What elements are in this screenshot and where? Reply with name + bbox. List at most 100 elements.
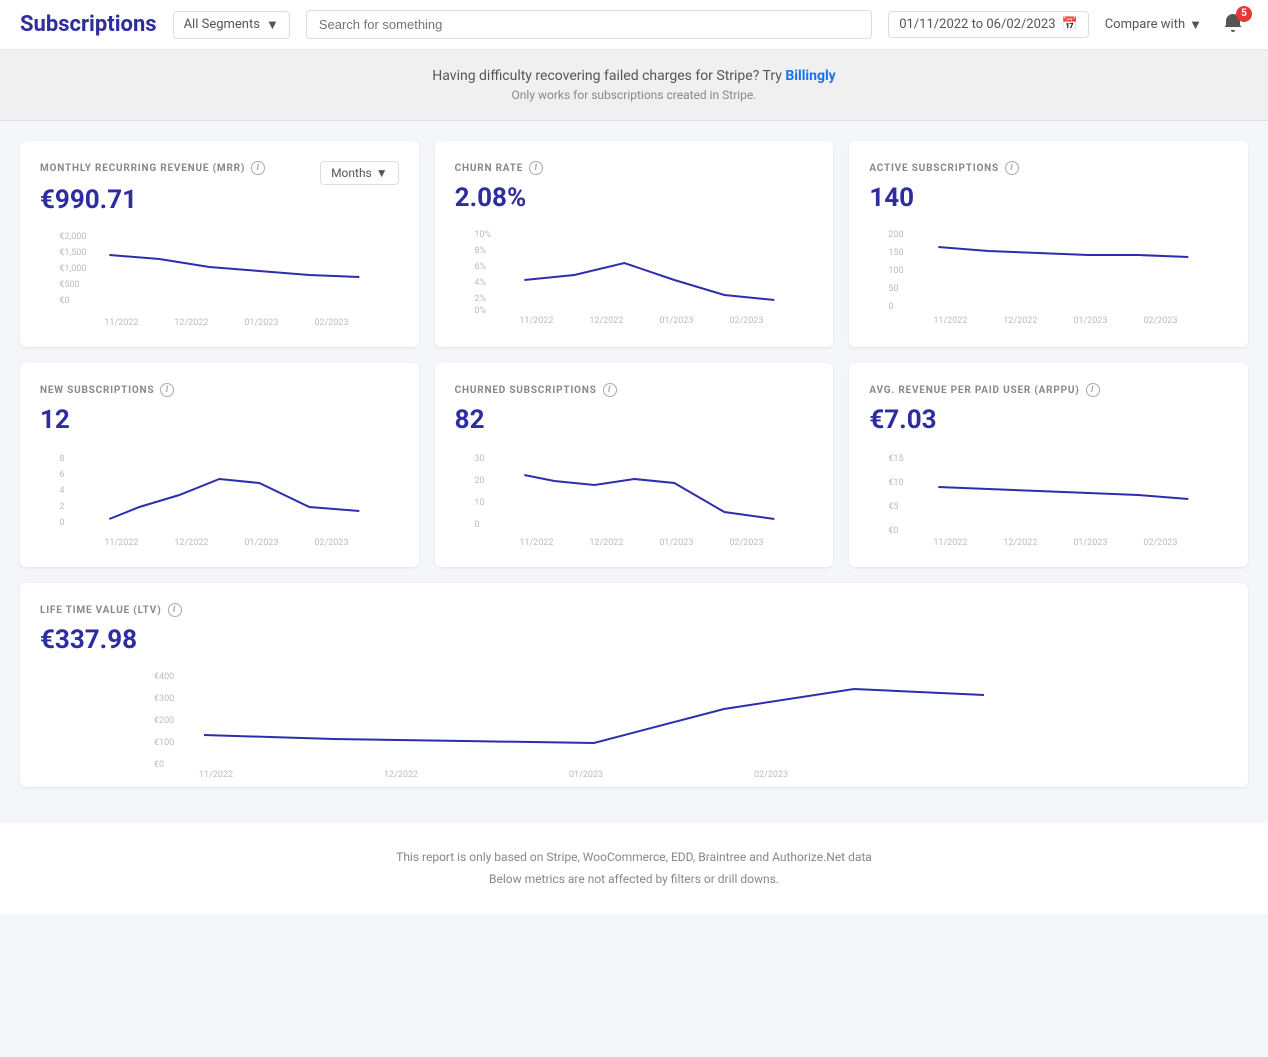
new-subs-info-icon[interactable]: i	[160, 383, 174, 397]
svg-text:200: 200	[889, 230, 904, 240]
svg-text:€10: €10	[889, 478, 904, 488]
svg-text:11/2022: 11/2022	[104, 538, 138, 548]
svg-text:12/2022: 12/2022	[1004, 538, 1038, 548]
churned-subs-value: 82	[455, 405, 814, 435]
calendar-icon: 📅	[1062, 17, 1078, 32]
months-dropdown[interactable]: Months ▼	[320, 161, 399, 185]
svg-text:02/2023: 02/2023	[314, 318, 348, 328]
new-subs-title: NEW SUBSCRIPTIONS i	[40, 383, 399, 397]
mrr-chart: €2,000 €1,500 €1,000 €500 €0 11/2022 12/…	[40, 227, 399, 327]
svg-text:2: 2	[59, 502, 64, 512]
mrr-value: €990.71	[40, 185, 399, 215]
compare-with-dropdown[interactable]: Compare with ▼	[1105, 17, 1202, 33]
mrr-info-icon[interactable]: i	[251, 161, 265, 175]
svg-text:11/2022: 11/2022	[934, 538, 968, 548]
new-subs-card: NEW SUBSCRIPTIONS i 12 8 6 4 2 0 11/2022…	[20, 363, 419, 567]
svg-text:01/2023: 01/2023	[569, 770, 603, 780]
svg-text:01/2023: 01/2023	[659, 316, 693, 326]
churn-title: CHURN RATE i	[455, 161, 814, 175]
svg-text:11/2022: 11/2022	[519, 316, 553, 326]
svg-text:30: 30	[474, 454, 484, 464]
svg-text:11/2022: 11/2022	[934, 316, 968, 326]
svg-text:11/2022: 11/2022	[199, 770, 233, 780]
svg-text:€100: €100	[154, 738, 174, 748]
svg-text:€500: €500	[59, 280, 79, 290]
svg-text:11/2022: 11/2022	[104, 318, 138, 328]
active-subs-chart: 200 150 100 50 0 11/2022 12/2022 01/2023…	[869, 225, 1228, 325]
chevron-down-icon: ▼	[266, 17, 279, 33]
svg-text:12/2022: 12/2022	[384, 770, 418, 780]
svg-text:2%: 2%	[474, 294, 486, 304]
svg-text:0: 0	[474, 520, 479, 530]
active-subs-info-icon[interactable]: i	[1005, 161, 1019, 175]
svg-text:50: 50	[889, 284, 899, 294]
ltv-chart: €400 €300 €200 €100 €0 11/2022 12/2022 0…	[40, 667, 1228, 767]
svg-text:01/2023: 01/2023	[1074, 316, 1108, 326]
header: Subscriptions All Segments ▼ 01/11/2022 …	[0, 0, 1268, 50]
billingly-link[interactable]: Billingly	[785, 68, 835, 84]
svg-text:02/2023: 02/2023	[754, 770, 788, 780]
churn-info-icon[interactable]: i	[529, 161, 543, 175]
svg-text:20: 20	[474, 476, 484, 486]
active-subs-title: ACTIVE SUBSCRIPTIONS i	[869, 161, 1228, 175]
svg-text:02/2023: 02/2023	[314, 538, 348, 548]
svg-text:€1,000: €1,000	[59, 264, 86, 274]
notification-button[interactable]: 5	[1218, 8, 1248, 42]
svg-text:6%: 6%	[474, 262, 486, 272]
ltv-card: LIFE TIME VALUE (LTV) i €337.98 €400 €30…	[20, 583, 1248, 787]
search-input[interactable]	[306, 10, 872, 39]
svg-text:10: 10	[474, 498, 484, 508]
arppu-info-icon[interactable]: i	[1086, 383, 1100, 397]
chevron-down-icon: ▼	[376, 166, 388, 180]
arppu-value: €7.03	[869, 405, 1228, 435]
arppu-title: AVG. REVENUE PER PAID USER (ARPPU) i	[869, 383, 1228, 397]
svg-text:€0: €0	[154, 760, 164, 770]
svg-text:02/2023: 02/2023	[1144, 316, 1178, 326]
ltv-title: LIFE TIME VALUE (LTV) i	[40, 603, 1228, 617]
active-subs-card: ACTIVE SUBSCRIPTIONS i 140 200 150 100 5…	[849, 141, 1248, 347]
svg-text:12/2022: 12/2022	[174, 318, 208, 328]
svg-text:€400: €400	[154, 672, 174, 682]
svg-text:8: 8	[59, 454, 64, 464]
svg-text:12/2022: 12/2022	[1004, 316, 1038, 326]
svg-text:12/2022: 12/2022	[174, 538, 208, 548]
svg-text:6: 6	[59, 470, 64, 480]
svg-text:€15: €15	[889, 454, 904, 464]
footer: This report is only based on Stripe, Woo…	[0, 823, 1268, 914]
svg-text:0: 0	[59, 518, 64, 528]
date-range-picker[interactable]: 01/11/2022 to 06/02/2023 📅	[888, 11, 1089, 38]
svg-text:€0: €0	[889, 526, 899, 536]
svg-text:11/2022: 11/2022	[519, 538, 553, 548]
svg-text:02/2023: 02/2023	[1144, 538, 1178, 548]
svg-text:€200: €200	[154, 716, 174, 726]
arppu-card: AVG. REVENUE PER PAID USER (ARPPU) i €7.…	[849, 363, 1248, 567]
ltv-value: €337.98	[40, 625, 1228, 655]
svg-text:02/2023: 02/2023	[729, 538, 763, 548]
svg-text:4%: 4%	[474, 278, 486, 288]
svg-text:01/2023: 01/2023	[244, 318, 278, 328]
svg-text:€5: €5	[889, 502, 899, 512]
svg-text:8%: 8%	[474, 246, 486, 256]
metrics-row-1: MONTHLY RECURRING REVENUE (MRR) i Months…	[20, 141, 1248, 347]
main-content: MONTHLY RECURRING REVENUE (MRR) i Months…	[0, 121, 1268, 823]
svg-text:€300: €300	[154, 694, 174, 704]
svg-text:€1,500: €1,500	[59, 248, 86, 258]
churned-subs-title: CHURNED SUBSCRIPTIONS i	[455, 383, 814, 397]
ltv-info-icon[interactable]: i	[168, 603, 182, 617]
segments-dropdown[interactable]: All Segments ▼	[173, 11, 290, 39]
promo-banner: Having difficulty recovering failed char…	[0, 50, 1268, 121]
churned-subs-info-icon[interactable]: i	[603, 383, 617, 397]
churn-chart: 10% 8% 6% 4% 2% 0% 11/2022 12/2022 01/20…	[455, 225, 814, 325]
svg-text:0: 0	[889, 302, 894, 312]
svg-text:01/2023: 01/2023	[1074, 538, 1108, 548]
arppu-chart: €15 €10 €5 €0 11/2022 12/2022 01/2023 02…	[869, 447, 1228, 547]
page-title: Subscriptions	[20, 12, 157, 37]
svg-text:10%: 10%	[474, 230, 491, 240]
churn-value: 2.08%	[455, 183, 814, 213]
chevron-down-icon: ▼	[1189, 17, 1202, 33]
metrics-row-3: LIFE TIME VALUE (LTV) i €337.98 €400 €30…	[20, 583, 1248, 787]
mrr-title: MONTHLY RECURRING REVENUE (MRR) i	[40, 161, 265, 175]
mrr-card: MONTHLY RECURRING REVENUE (MRR) i Months…	[20, 141, 419, 347]
svg-text:€0: €0	[59, 296, 69, 306]
svg-text:150: 150	[889, 248, 904, 258]
